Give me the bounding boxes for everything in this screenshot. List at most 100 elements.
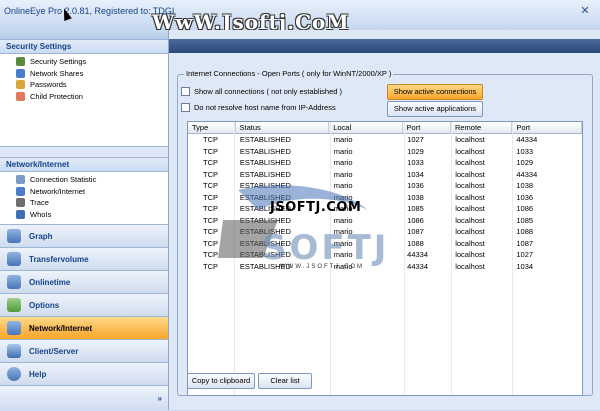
group-title: Internet Connections - Open Ports ( only… xyxy=(184,69,394,78)
table-cell: ESTABLISHED xyxy=(239,158,291,167)
no-resolve-checkbox-row[interactable]: Do not resolve host name from IP-Address xyxy=(181,103,336,112)
table-cell: localhost xyxy=(455,158,485,167)
table-cell: 1088 xyxy=(516,227,534,236)
column-divider xyxy=(451,122,452,395)
table-cell: 1029 xyxy=(516,158,534,167)
security-section-title: Security Settings xyxy=(0,39,168,54)
table-cell: 1085 xyxy=(516,215,534,225)
column-header[interactable]: Remote xyxy=(451,122,513,133)
network-icon xyxy=(16,186,25,196)
sidebar-item-trace[interactable]: Trace xyxy=(16,197,168,209)
table-cell: 1085 xyxy=(407,204,424,213)
options-icon xyxy=(7,298,21,312)
nav-graph[interactable]: Graph xyxy=(0,224,168,247)
table-cell: localhost xyxy=(455,227,485,236)
table-cell: 1027 xyxy=(407,135,424,144)
nav-label: Help xyxy=(29,369,47,379)
table-cell: localhost xyxy=(455,238,485,248)
column-header[interactable]: Type xyxy=(188,122,236,133)
sidebar-item-network-shares[interactable]: Network Shares xyxy=(16,68,168,80)
clock-icon xyxy=(7,275,21,289)
table-cell: localhost xyxy=(455,181,485,190)
table-cell: 44334 xyxy=(516,169,538,179)
table-cell: TCP xyxy=(203,158,218,167)
table-cell: localhost xyxy=(455,146,485,156)
table-row[interactable]: TCP ESTABLISHED mario 1027 localhost 44334 xyxy=(188,134,582,146)
table-cell: TCP xyxy=(203,146,218,156)
table-cell: mario xyxy=(333,135,353,144)
table-cell: 1034 xyxy=(516,261,534,271)
nav-label: Client/Server xyxy=(29,346,79,356)
close-icon[interactable]: ✕ xyxy=(578,5,592,18)
network-section-title: Network/Internet xyxy=(0,157,168,172)
nav-label: Network/Internet xyxy=(29,323,93,333)
table-cell: localhost xyxy=(455,135,485,144)
key-icon xyxy=(16,80,25,90)
column-header[interactable]: Port xyxy=(512,122,582,133)
table-cell: 1086 xyxy=(407,215,424,225)
nav-onlinetime[interactable]: Onlinetime xyxy=(0,270,168,293)
nav-transfervolume[interactable]: Transfervolume xyxy=(0,247,168,270)
graph-icon xyxy=(7,229,21,243)
sidebar-item-label: Passwords xyxy=(30,80,67,89)
nav-network-internet[interactable]: Network/Internet xyxy=(0,316,168,339)
show-all-checkbox[interactable] xyxy=(181,87,190,96)
sidebar-item-passwords[interactable]: Passwords xyxy=(16,79,168,91)
show-active-connections-button[interactable]: Show active connections xyxy=(387,84,483,100)
table-row[interactable]: TCP ESTABLISHED mario 1033 localhost 1029 xyxy=(188,157,582,169)
logo-text: JSOFTJ.COM xyxy=(270,200,362,215)
security-section: Security Settings Network Shares Passwor… xyxy=(0,54,168,147)
network-icon xyxy=(7,321,21,335)
nav-client-server[interactable]: Client/Server xyxy=(0,339,168,362)
trace-icon xyxy=(16,198,25,208)
table-cell: 1033 xyxy=(516,146,534,156)
sidebar-item-security-settings[interactable]: Security Settings xyxy=(16,56,168,68)
nav-options[interactable]: Options xyxy=(0,293,168,316)
logo-url-text: WWW.JSOFTJ.COM xyxy=(280,264,364,270)
sidebar-item-label: Trace xyxy=(30,198,49,207)
sidebar-item-child-protection[interactable]: Child Protection xyxy=(16,91,168,103)
show-active-applications-button[interactable]: Show active applications xyxy=(387,101,483,117)
sidebar-top-band xyxy=(0,30,168,39)
table-cell: 1038 xyxy=(516,181,534,190)
statistic-icon xyxy=(16,175,25,185)
show-all-checkbox-row[interactable]: Show all connections ( not only establis… xyxy=(181,87,342,96)
sidebar-item-label: Child Protection xyxy=(30,91,83,101)
table-cell: 44334 xyxy=(407,261,429,271)
table-cell: 1038 xyxy=(407,192,424,202)
nav-label: Onlinetime xyxy=(29,277,71,287)
table-cell: TCP xyxy=(203,261,218,271)
table-cell: localhost xyxy=(455,169,485,179)
sidebar-item-whois[interactable]: WhoIs xyxy=(16,209,168,221)
nav-label: Options xyxy=(29,300,60,310)
clear-list-button[interactable]: Clear list xyxy=(258,373,312,389)
child-icon xyxy=(16,91,25,101)
share-icon xyxy=(16,68,25,78)
table-cell: localhost xyxy=(455,204,485,213)
table-cell: 1027 xyxy=(516,250,534,259)
table-cell: 1087 xyxy=(516,238,534,248)
table-cell: 1086 xyxy=(516,204,534,213)
chevron-right-icon[interactable]: » xyxy=(158,394,162,403)
sidebar-item-network-internet[interactable]: Network/Internet xyxy=(16,186,168,198)
column-header[interactable]: Status xyxy=(236,122,330,133)
copy-to-clipboard-button[interactable]: Copy to clipboard xyxy=(187,373,255,389)
table-row[interactable]: TCP ESTABLISHED mario 1029 localhost 1033 xyxy=(188,146,582,158)
column-header[interactable]: Port xyxy=(403,122,451,133)
transfer-icon xyxy=(7,252,21,266)
sidebar-item-connection-statistic[interactable]: Connection Statistic xyxy=(16,174,168,186)
sidebar-item-label: Connection Statistic xyxy=(30,175,97,184)
no-resolve-checkbox[interactable] xyxy=(181,103,190,112)
sidebar-item-label: WhoIs xyxy=(30,209,52,219)
help-icon xyxy=(7,367,21,381)
nav-help[interactable]: Help xyxy=(0,362,168,385)
table-row[interactable]: TCP ESTABLISHED mario 1034 localhost 44334 xyxy=(188,169,582,181)
table-cell: 1088 xyxy=(407,238,424,248)
column-divider xyxy=(512,122,513,395)
table-cell: mario xyxy=(333,169,353,179)
sidebar-item-label: Network/Internet xyxy=(30,186,86,196)
column-header[interactable]: Local xyxy=(329,122,403,133)
table-cell: localhost xyxy=(455,215,485,225)
table-cell: 1036 xyxy=(516,192,534,202)
table-cell: localhost xyxy=(455,192,485,202)
